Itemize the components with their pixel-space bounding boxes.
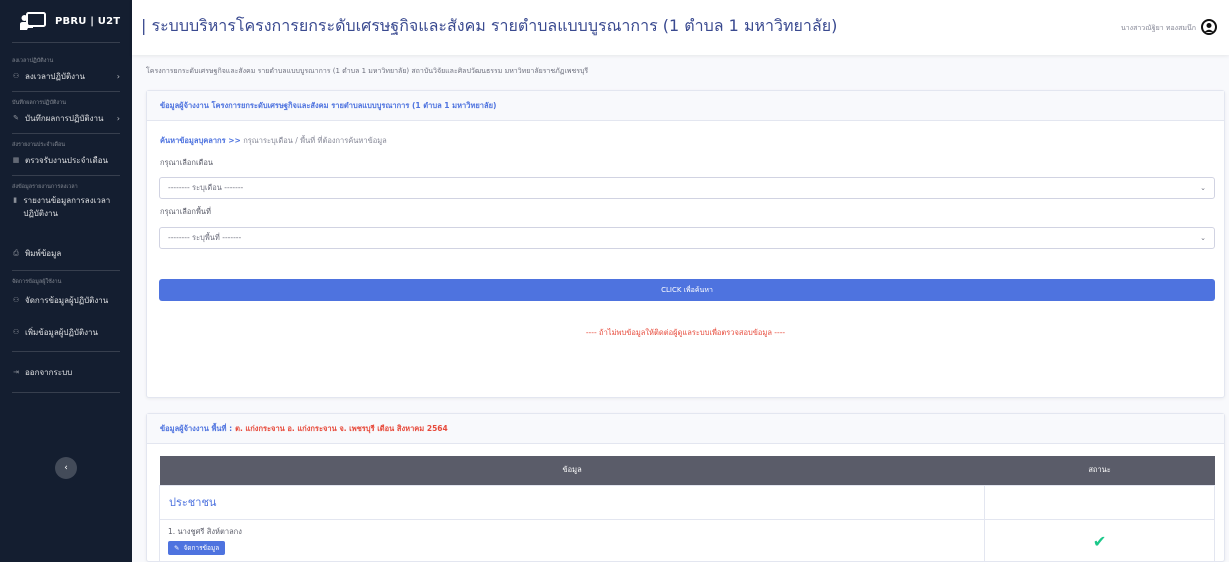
- status-cell: ✔: [984, 518, 1215, 562]
- table-group-row: ประชาชน: [158, 484, 1215, 520]
- search-hint: ค้นหาข้อมูลบุคลากร >> กรุณาระบุเดือน / พ…: [160, 135, 387, 147]
- result-header-area: ต. แก่งกระจาน อ. แก่งกระจาน จ. เพชรบุรี …: [235, 423, 448, 433]
- sidebar-item-time-attendance[interactable]: ⚇ ลงเวลาปฏิบัติงาน ›: [0, 65, 132, 87]
- search-card: ข้อมูลผู้จ้างงาน โครงการยกระดับเศรษฐกิจแ…: [146, 90, 1225, 398]
- sidebar-item-label: เพิ่มข้อมูลผู้ปฏิบัติงาน: [25, 327, 99, 337]
- result-card: ข้อมูลผู้จ้างงาน พื้นที่ : ต. แก่งกระจาน…: [146, 413, 1225, 562]
- manage-data-label: จัดการข้อมูล: [183, 543, 220, 552]
- sidebar-heading: ลงเวลาปฏิบัติงาน: [12, 58, 54, 64]
- group-status-cell: [984, 484, 1215, 520]
- sidebar-heading: ส่งรายงานประจำเดือน: [12, 142, 66, 148]
- month-select[interactable]: -------- ระบุเดือน ------- ⌄: [159, 177, 1215, 199]
- sidebar-item-label: บันทึกผลการปฏิบัติงาน: [25, 113, 104, 123]
- search-prefix: ค้นหาข้อมูลบุคลากร >>: [160, 136, 241, 145]
- sidebar-item-label: จัดการข้อมูลผู้ปฏิบัติงาน: [25, 295, 109, 305]
- sidebar-item-label: ออกจากระบบ: [25, 367, 73, 377]
- search-hint-text: กรุณาระบุเดือน / พื้นที่ ที่ต้องการค้นหา…: [243, 136, 387, 145]
- result-card-header: ข้อมูลผู้จ้างงาน พื้นที่ : ต. แก่งกระจาน…: [147, 414, 1224, 444]
- sidebar-divider: [12, 351, 120, 352]
- sidebar-divider: [12, 392, 120, 393]
- column-header-info: ข้อมูล: [159, 456, 985, 485]
- sidebar-item-attendance-report[interactable]: ▮ รายงานข้อมูลการลงเวลาปฏิบัติงาน: [0, 194, 132, 224]
- chevron-down-icon: ⌄: [1200, 184, 1206, 192]
- manage-data-button[interactable]: ✎ จัดการข้อมูล: [168, 540, 226, 555]
- calendar-icon: ▦: [12, 156, 20, 164]
- area-label: กรุณาเลือกพื้นที่: [160, 207, 211, 216]
- sidebar-item-label: ลงเวลาปฏิบัติงาน: [25, 71, 86, 81]
- sidebar-item-add-worker[interactable]: ⚇ เพิ่มข้อมูลผู้ปฏิบัติงาน: [0, 321, 132, 343]
- users-icon: ⚇: [12, 72, 20, 80]
- sidebar-item-monthly-review[interactable]: ▦ ตรวจรับงานประจำเดือน: [0, 149, 132, 171]
- user-name[interactable]: นางสาวณัฐิยา ทองสมนึก: [1121, 23, 1196, 34]
- chevron-right-icon: ›: [116, 113, 120, 123]
- sidebar-divider: [12, 91, 120, 92]
- table-header-row: ข้อมูล สถานะ: [159, 456, 1215, 485]
- search-card-header: ข้อมูลผู้จ้างงาน โครงการยกระดับเศรษฐกิจแ…: [147, 91, 1224, 121]
- result-header-prefix: ข้อมูลผู้จ้างงาน พื้นที่ :: [160, 423, 233, 433]
- sidebar-toggle-button[interactable]: ‹: [55, 457, 77, 479]
- chevron-down-icon: ⌄: [1200, 234, 1206, 242]
- sidebar-heading: จัดการข้อมูลผู้ใช้งาน: [12, 279, 62, 285]
- sidebar-item-manage-workers[interactable]: ⚇ จัดการข้อมูลผู้ปฏิบัติงาน: [0, 289, 132, 311]
- sidebar-item-label: รายงานข้อมูลการลงเวลาปฏิบัติงาน: [23, 196, 111, 218]
- sidebar-heading: บันทึกผลการปฏิบัติงาน: [12, 100, 66, 106]
- chalkboard-teacher-icon: [20, 12, 46, 30]
- area-select-value: -------- ระบุพื้นที่ -------: [168, 233, 242, 242]
- search-button[interactable]: CLICK เพื่อค้นหา: [159, 279, 1215, 301]
- brand[interactable]: PBRU | U2T: [0, 0, 132, 42]
- sidebar-item-label: พิมพ์ข้อมูล: [25, 248, 62, 258]
- column-header-status: สถานะ: [984, 456, 1215, 485]
- chart-bar-icon: ▮: [13, 196, 18, 204]
- person-name: 1. นางชูศรี สิงห์ตาลกง: [168, 526, 242, 536]
- sidebar-divider: [12, 133, 120, 134]
- sidebar-item-print[interactable]: ⎙ พิมพ์ข้อมูล: [0, 242, 132, 264]
- sidebar-divider: [12, 175, 120, 176]
- not-found-notice: ---- ถ้าไม่พบข้อมูลให้ติดต่อผู้ดูแลระบบเ…: [585, 328, 786, 337]
- table-row: 1. นางชูศรี สิงห์ตาลกง ✎ จัดการข้อมูล ✔: [158, 518, 1215, 562]
- brand-name: PBRU | U2T: [55, 15, 121, 27]
- sidebar-item-logout[interactable]: ⇥ ออกจากระบบ: [0, 361, 132, 383]
- group-label: ประชาชน: [158, 484, 986, 520]
- edit-icon: ✎: [13, 114, 19, 122]
- area-select[interactable]: -------- ระบุพื้นที่ ------- ⌄: [159, 227, 1215, 249]
- topbar: | ระบบบริหารโครงการยกระดับเศรษฐกิจและสัง…: [132, 0, 1229, 55]
- pencil-icon: ✎: [174, 543, 180, 552]
- user-circle-icon[interactable]: [1201, 19, 1217, 35]
- user-plus-icon: ⚇: [12, 328, 20, 336]
- sidebar-item-label: ตรวจรับงานประจำเดือน: [25, 155, 108, 165]
- sidebar-heading: ส่งข้อมูลรายงานการลงเวลา: [12, 184, 78, 190]
- card-header-text: ข้อมูลผู้จ้างงาน โครงการยกระดับเศรษฐกิจแ…: [160, 100, 497, 110]
- result-table: ข้อมูล สถานะ ประชาชน 1. นางชูศรี สิงห์ตา…: [158, 456, 1215, 562]
- month-label: กรุณาเลือกเดือน: [160, 158, 214, 167]
- person-cell: 1. นางชูศรี สิงห์ตาลกง ✎ จัดการข้อมูล: [158, 518, 986, 562]
- sidebar: PBRU | U2T ลงเวลาปฏิบัติงาน ⚇ ลงเวลาปฏิบ…: [0, 0, 132, 562]
- sidebar-divider: [12, 270, 120, 271]
- month-select-value: -------- ระบุเดือน -------: [168, 183, 244, 192]
- sidebar-item-work-record[interactable]: ✎ บันทึกผลการปฏิบัติงาน ›: [0, 107, 132, 129]
- print-icon: ⎙: [13, 248, 19, 257]
- breadcrumb: โครงการยกระดับเศรษฐกิจและสังคม รายตำบลแบ…: [146, 67, 589, 75]
- page-title: | ระบบบริหารโครงการยกระดับเศรษฐกิจและสัง…: [141, 16, 838, 35]
- check-icon: ✔: [1092, 531, 1107, 551]
- sidebar-divider: [12, 42, 120, 43]
- chevron-left-icon: ‹: [64, 463, 68, 473]
- chevron-right-icon: ›: [116, 71, 120, 81]
- users-icon: ⚇: [12, 296, 20, 304]
- sign-out-icon: ⇥: [13, 368, 19, 376]
